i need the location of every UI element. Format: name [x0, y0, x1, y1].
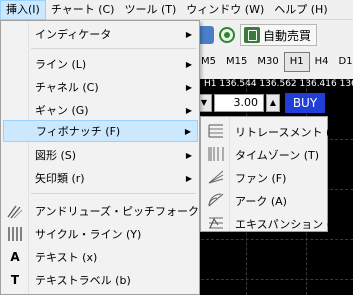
- submenu-item-label: アーク (A): [235, 195, 287, 208]
- menu-item-shapes[interactable]: 図形 (S) ▶: [3, 144, 198, 166]
- menu-item-fibonacci[interactable]: フィボナッチ (F) ▶: [3, 120, 198, 142]
- menu-item-label: 矢印類 (r): [35, 172, 85, 185]
- lot-increase-button[interactable]: ▲: [266, 94, 280, 112]
- menu-item-cycle-lines[interactable]: サイクル・ライン (Y): [3, 223, 198, 245]
- submenu-arrow-icon: ▶: [185, 150, 192, 160]
- timeframe-m15[interactable]: M15: [221, 52, 252, 72]
- menu-item-gann[interactable]: ギャン (G) ▶: [3, 99, 198, 121]
- menu-item-label: テキストラベル (b): [35, 274, 131, 287]
- grid-line: [196, 239, 353, 240]
- menu-item-label: サイクル・ライン (Y): [35, 228, 142, 241]
- menu-item-label: フィボナッチ (F): [36, 125, 121, 138]
- one-click-trading: ▼ 3.00 ▲ BUY: [196, 93, 325, 113]
- submenu-item-expansion[interactable]: エキスパンション (E): [203, 212, 342, 234]
- submenu-arrow-icon: ▶: [185, 82, 192, 92]
- menu-tools[interactable]: ツール (T): [119, 0, 181, 20]
- submenu-item-arcs[interactable]: アーク (A): [203, 189, 325, 211]
- submenu-arrow-icon: ▶: [185, 59, 192, 69]
- menu-item-label: チャネル (C): [35, 81, 99, 94]
- menu-item-indicators[interactable]: インディケータ ▶: [3, 23, 198, 45]
- menu-item-andrews-pitchfork[interactable]: アンドリューズ・ピッチフォーク (A): [3, 200, 219, 222]
- fibo-expansion-icon: [207, 215, 225, 231]
- signal-icon[interactable]: [218, 26, 236, 44]
- cycle-lines-icon: [7, 226, 23, 242]
- grid-line: [196, 279, 353, 280]
- timeframe-bar: M5 M15 M30 H1 H4 D1: [196, 52, 353, 72]
- menu-item-label: ギャン (G): [35, 104, 89, 117]
- auto-trade-label: 自動売買: [263, 28, 312, 43]
- submenu-item-timezones[interactable]: タイムゾーン (T): [203, 143, 325, 165]
- menu-item-arrows[interactable]: 矢印類 (r) ▶: [3, 167, 198, 189]
- app-window: 挿入(I) チャート (C) ツール (T) ウィンドウ (W) ヘルプ (H)…: [0, 0, 353, 295]
- submenu-arrow-icon: ▶: [184, 126, 191, 136]
- submenu-item-label: ファン (F): [235, 172, 287, 185]
- menu-item-label: テキスト (x): [35, 251, 98, 264]
- submenu-item-fan[interactable]: ファン (F): [203, 166, 325, 188]
- submenu-item-label: エキスパンション (E): [235, 218, 343, 231]
- menu-item-label: インディケータ: [35, 28, 112, 41]
- submenu-item-label: リトレースメント (R): [235, 126, 343, 139]
- auto-trade-button[interactable]: 自動売買: [240, 24, 318, 46]
- menu-item-lines[interactable]: ライン (L) ▶: [3, 53, 198, 75]
- fibo-fan-icon: [207, 169, 225, 185]
- menu-item-channels[interactable]: チャネル (C) ▶: [3, 76, 198, 98]
- menu-window[interactable]: ウィンドウ (W): [181, 0, 269, 20]
- insert-menu: インディケータ ▶ ライン (L) ▶ チャネル (C) ▶ ギャン (G) ▶…: [0, 20, 219, 295]
- menu-insert[interactable]: 挿入(I): [0, 0, 46, 20]
- menu-separator: [31, 48, 196, 49]
- menu-item-label: ライン (L): [35, 58, 87, 71]
- menu-chart[interactable]: チャート (C): [46, 0, 120, 20]
- fibo-retracement-icon: [207, 123, 225, 139]
- menu-item-label: アンドリューズ・ピッチフォーク (A): [35, 205, 219, 218]
- submenu-item-label: タイムゾーン (T): [235, 149, 320, 162]
- timeframe-h1[interactable]: H1: [283, 52, 310, 72]
- timeframe-m30[interactable]: M30: [252, 52, 283, 72]
- chart-quote: H1 136.544 136.562 136.416 136.5: [204, 79, 353, 89]
- buy-button[interactable]: BUY: [285, 93, 325, 113]
- menu-bar: 挿入(I) チャート (C) ツール (T) ウィンドウ (W) ヘルプ (H): [0, 0, 353, 20]
- auto-trade-icon: [244, 27, 260, 43]
- submenu-arrow-icon: ▶: [185, 173, 192, 183]
- menu-item-text-label[interactable]: T テキストラベル (b): [3, 269, 198, 291]
- fibo-timezones-icon: [207, 146, 225, 162]
- fibonacci-submenu: リトレースメント (R) タイムゾーン (T) ファン (F) アーク (A) …: [200, 116, 342, 234]
- submenu-item-retracement[interactable]: リトレースメント (R): [203, 120, 342, 142]
- menu-item-text[interactable]: A テキスト (x): [3, 246, 198, 268]
- text-icon: A: [10, 250, 20, 264]
- timeframe-h4[interactable]: H4: [310, 52, 334, 72]
- submenu-arrow-icon: ▶: [185, 105, 192, 115]
- menu-help[interactable]: ヘルプ (H): [269, 0, 332, 20]
- fibo-arcs-icon: [207, 192, 225, 208]
- toolbar-row: 自動売買: [196, 24, 318, 46]
- andrews-pitchfork-icon: [7, 203, 23, 219]
- text-label-icon: T: [10, 273, 20, 287]
- lot-input[interactable]: 3.00: [214, 94, 264, 112]
- menu-separator: [31, 193, 196, 194]
- submenu-arrow-icon: ▶: [185, 29, 192, 39]
- timeframe-d1[interactable]: D1: [334, 52, 353, 72]
- menu-item-label: 図形 (S): [35, 149, 77, 162]
